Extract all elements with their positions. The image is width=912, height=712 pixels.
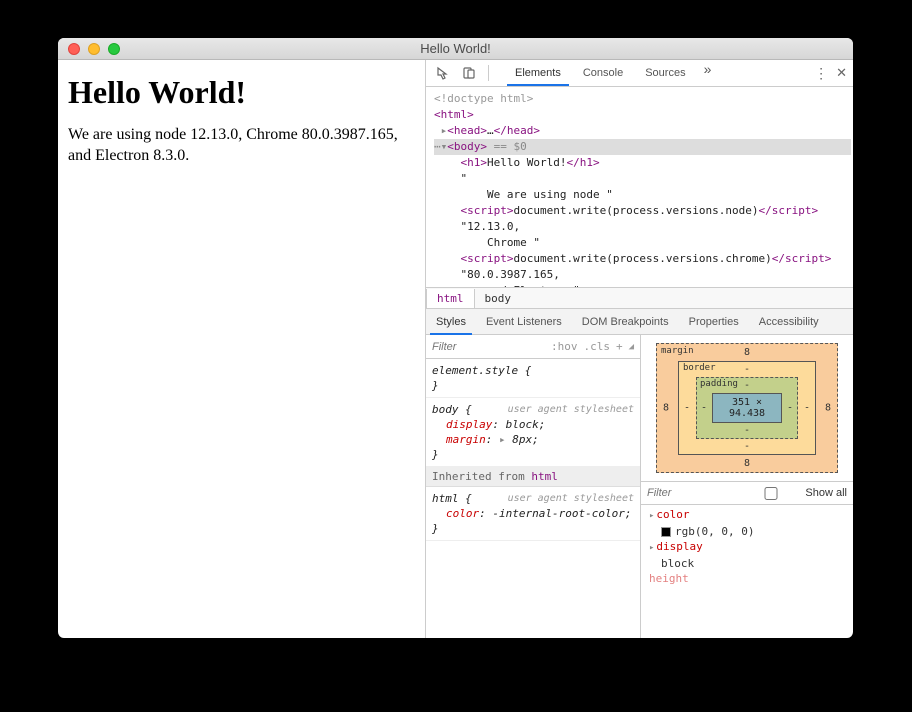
- computed-list[interactable]: color rgb(0, 0, 0) display block height: [641, 505, 853, 588]
- page-heading: Hello World!: [68, 74, 415, 111]
- stab-accessibility[interactable]: Accessibility: [749, 310, 829, 334]
- styles-filter-row: :hov .cls + ◢: [426, 335, 640, 359]
- tabs-overflow-icon[interactable]: »: [698, 61, 718, 85]
- styles-lower: :hov .cls + ◢ element.style {} body {use…: [426, 335, 853, 638]
- bm-content: 351 × 94.438: [712, 393, 782, 423]
- expand-icon[interactable]: ◢: [629, 342, 634, 352]
- devtools-tabs: Elements Console Sources »: [505, 61, 810, 85]
- styles-tabs: Styles Event Listeners DOM Breakpoints P…: [426, 309, 853, 335]
- add-rule-icon[interactable]: +: [616, 340, 623, 353]
- tab-sources[interactable]: Sources: [635, 61, 695, 85]
- cls-toggle[interactable]: .cls: [583, 340, 610, 353]
- crumb-html[interactable]: html: [426, 289, 475, 308]
- dom-breadcrumb: html body: [426, 287, 853, 309]
- minimize-icon[interactable]: [88, 43, 100, 55]
- rendered-page: Hello World! We are using node 12.13.0, …: [58, 60, 425, 638]
- toolbar-right: ⋮ ✕: [814, 65, 847, 82]
- close-devtools-icon[interactable]: ✕: [836, 65, 847, 81]
- stab-event[interactable]: Event Listeners: [476, 310, 572, 334]
- stab-properties[interactable]: Properties: [679, 310, 749, 334]
- traffic-lights: [58, 43, 120, 55]
- devtools-panel: Elements Console Sources » ⋮ ✕ <!doctype…: [425, 60, 853, 638]
- inherited-header: Inherited from html: [426, 467, 640, 487]
- color-swatch-icon: [661, 527, 671, 537]
- dom-doctype: <!doctype html>: [434, 92, 533, 105]
- computed-filter: Show all: [641, 481, 853, 505]
- titlebar: Hello World!: [58, 38, 853, 60]
- window-title: Hello World!: [420, 41, 491, 56]
- tab-elements[interactable]: Elements: [505, 61, 571, 85]
- html-rule[interactable]: html {user agent stylesheet color: -inte…: [426, 487, 640, 541]
- dom-tree[interactable]: <!doctype html> <html> ▸<head>…</head> ⋯…: [426, 87, 853, 287]
- device-icon[interactable]: [458, 62, 480, 84]
- box-model[interactable]: margin 8 8 8 8 border - - -: [641, 335, 853, 481]
- show-all-toggle[interactable]: Show all: [741, 487, 847, 500]
- show-all-checkbox[interactable]: [741, 487, 801, 500]
- styles-pane: :hov .cls + ◢ element.style {} body {use…: [426, 335, 641, 638]
- page-paragraph: We are using node 12.13.0, Chrome 80.0.3…: [68, 125, 415, 167]
- close-icon[interactable]: [68, 43, 80, 55]
- body-rule[interactable]: body {user agent stylesheet display: blo…: [426, 398, 640, 467]
- dom-selected-body[interactable]: ⋯▾<body> == $0: [434, 139, 851, 155]
- styles-filter-input[interactable]: [432, 341, 492, 353]
- divider: [488, 65, 489, 81]
- devtools-toolbar: Elements Console Sources » ⋮ ✕: [426, 60, 853, 87]
- tab-console[interactable]: Console: [573, 61, 633, 85]
- computed-filter-input[interactable]: [647, 487, 707, 499]
- stab-dom-bp[interactable]: DOM Breakpoints: [572, 310, 679, 334]
- zoom-icon[interactable]: [108, 43, 120, 55]
- window-body: Hello World! We are using node 12.13.0, …: [58, 60, 853, 638]
- crumb-body[interactable]: body: [475, 289, 522, 308]
- stab-styles[interactable]: Styles: [426, 310, 476, 334]
- inspect-icon[interactable]: [432, 62, 454, 84]
- app-window: Hello World! Hello World! We are using n…: [58, 38, 853, 638]
- hov-toggle[interactable]: :hov: [551, 340, 578, 353]
- element-style-rule[interactable]: element.style {}: [426, 359, 640, 398]
- kebab-icon[interactable]: ⋮: [814, 65, 828, 82]
- computed-pane: margin 8 8 8 8 border - - -: [641, 335, 853, 638]
